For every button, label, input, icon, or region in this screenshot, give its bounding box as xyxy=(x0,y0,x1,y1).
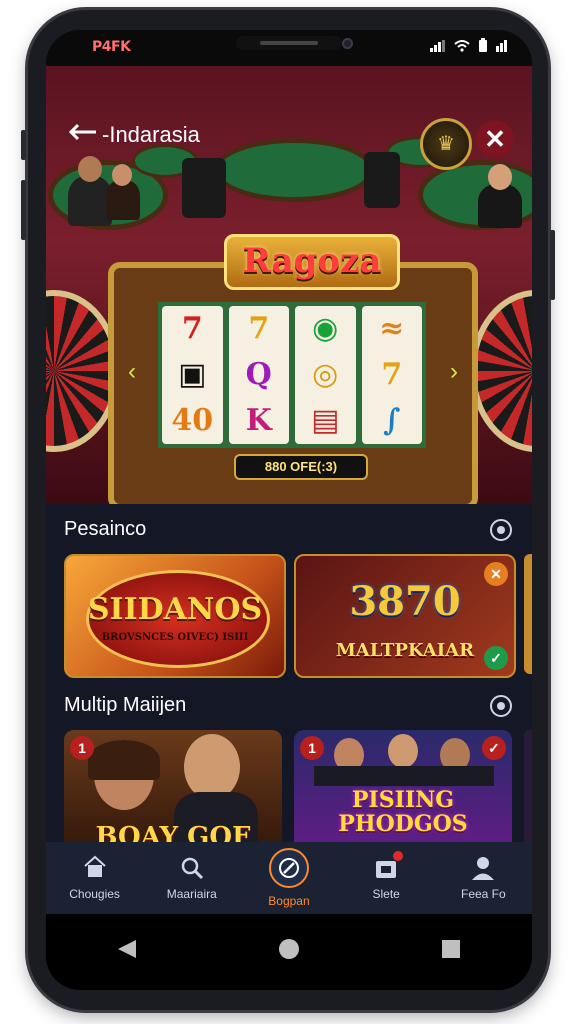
dealer-head xyxy=(78,156,102,182)
player-head-right xyxy=(488,164,512,190)
house-icon xyxy=(82,855,108,881)
reel-symbol: ◎ xyxy=(312,357,339,392)
reel: 7 Q K xyxy=(228,306,289,444)
nav-item-profile[interactable]: Feea Fo xyxy=(438,855,528,901)
back-label: -Indarasia xyxy=(102,122,200,147)
reel: 7 ▣ 40 xyxy=(162,306,223,444)
game-card[interactable]: SIIDANOS BROVSNCES OIVEC) ISIII xyxy=(64,554,286,678)
nav-item-search[interactable]: Maariaira xyxy=(147,855,237,901)
woman-hair xyxy=(88,740,160,780)
back-arrow-icon xyxy=(68,122,98,148)
volume-up-button xyxy=(21,130,26,160)
card-subtitle: BROVSNCES OIVEC) ISIII xyxy=(101,632,249,643)
reel-symbol: ∫ xyxy=(383,403,401,438)
back-button[interactable]: -Indarasia xyxy=(68,122,200,148)
number-badge-icon: 1 xyxy=(300,736,324,760)
reel-symbol: 7 xyxy=(248,311,270,346)
signal-icon-2 xyxy=(496,39,508,57)
check-icon[interactable]: ✓ xyxy=(482,736,506,760)
card-title: SIIDANOS xyxy=(87,592,263,627)
volume-down-button xyxy=(21,180,26,240)
reel-symbol: Q xyxy=(245,357,272,392)
vip-badge-icon[interactable]: ♛ xyxy=(420,118,472,170)
nav-label: Chougies xyxy=(69,887,120,901)
person-icon xyxy=(470,855,496,881)
player-head xyxy=(112,164,132,186)
number-badge-icon: 1 xyxy=(70,736,94,760)
signal-icon xyxy=(430,39,446,57)
player-figure xyxy=(106,180,140,220)
front-camera xyxy=(342,38,353,49)
reel-symbol: 40 xyxy=(171,403,214,438)
battery-icon xyxy=(478,38,488,57)
home-circle-icon[interactable] xyxy=(278,938,300,967)
close-button[interactable]: ✕ xyxy=(476,120,514,158)
nav-item-home[interactable]: Chougies xyxy=(50,855,140,901)
search-icon xyxy=(179,855,205,881)
player-figure-right xyxy=(478,184,522,228)
reel: ≈ 7 ∫ xyxy=(361,306,422,444)
reel-symbol: ▤ xyxy=(311,403,340,438)
section-title: Multip Maiijen xyxy=(64,694,187,716)
presenter-head xyxy=(388,734,418,768)
slot-reels: 7 ▣ 40 7 Q K ◉ ◎ ▤ ≈ 7 ∫ xyxy=(158,302,426,448)
next-arrow-icon[interactable]: › xyxy=(450,358,458,386)
nav-label: Feea Fo xyxy=(460,887,506,901)
close-icon[interactable]: ✕ xyxy=(484,562,508,586)
earpiece xyxy=(260,41,318,45)
reel-symbol: 7 xyxy=(181,311,203,346)
chair-2 xyxy=(364,152,400,208)
slot-title: Ragoza xyxy=(224,234,400,290)
recents-square-icon[interactable] xyxy=(440,938,462,967)
gift-icon xyxy=(373,851,404,881)
nav-item-explore[interactable]: Bogpan xyxy=(244,848,334,908)
credit-display: 880 OFE(:3) xyxy=(234,454,368,480)
section-title: Pesainco xyxy=(64,518,147,540)
nav-label: Maariaira xyxy=(166,887,217,901)
carrier-label: P4FK xyxy=(92,39,131,55)
reel: ◉ ◎ ▤ xyxy=(295,306,356,444)
reel-symbol: ≈ xyxy=(379,311,405,346)
notch xyxy=(236,36,342,50)
wifi-icon xyxy=(454,39,470,57)
compass-icon xyxy=(268,848,309,888)
notification-dot xyxy=(393,851,404,861)
game-card[interactable]: 3870 MALTPKAIAR ✕ ✓ xyxy=(294,554,516,678)
roulette-wheel-right xyxy=(470,290,532,452)
status-bar: P4FK xyxy=(46,30,532,66)
nav-label: Slete xyxy=(372,887,400,901)
back-triangle-icon[interactable] xyxy=(116,938,138,967)
settings-target-icon[interactable] xyxy=(490,695,512,717)
system-navigation xyxy=(46,914,532,990)
reel-symbol: 7 xyxy=(381,357,403,392)
reel-symbol: K xyxy=(245,403,272,438)
card-subtitle: MALTPKAIAR xyxy=(335,640,475,661)
presenter-suits xyxy=(314,766,494,786)
nav-label: Bogpan xyxy=(268,894,310,908)
reel-symbol: ▣ xyxy=(178,357,207,392)
hero-banner[interactable]: -Indarasia ♛ ✕ Ragoza ‹ › 7 ▣ 40 7 Q K ◉ xyxy=(46,66,532,504)
check-icon[interactable]: ✓ xyxy=(484,646,508,670)
bottom-navigation: Chougies Maariaira Bogpan Slete Feea Fo xyxy=(46,842,532,914)
slot-machine[interactable]: Ragoza ‹ › 7 ▣ 40 7 Q K ◉ ◎ ▤ ≈ 7 ∫ 880 … xyxy=(108,234,478,504)
nav-item-gifts[interactable]: Slete xyxy=(341,851,431,901)
prev-arrow-icon[interactable]: ‹ xyxy=(128,358,136,386)
card-title: PISIING PHODGOS xyxy=(338,787,468,837)
power-button xyxy=(550,230,555,300)
chair xyxy=(182,158,226,218)
man-figure xyxy=(184,734,240,800)
roulette-table xyxy=(214,138,374,202)
card-peek xyxy=(524,554,532,674)
app-screen: P4FK -Indarasia ♛ ✕ Ragoza ‹ › 7 ▣ 40 7 … xyxy=(46,30,532,990)
card-title: 3870 xyxy=(349,578,461,625)
reel-symbol: ◉ xyxy=(312,311,339,346)
settings-target-icon[interactable] xyxy=(490,519,512,541)
status-icons xyxy=(430,38,508,57)
